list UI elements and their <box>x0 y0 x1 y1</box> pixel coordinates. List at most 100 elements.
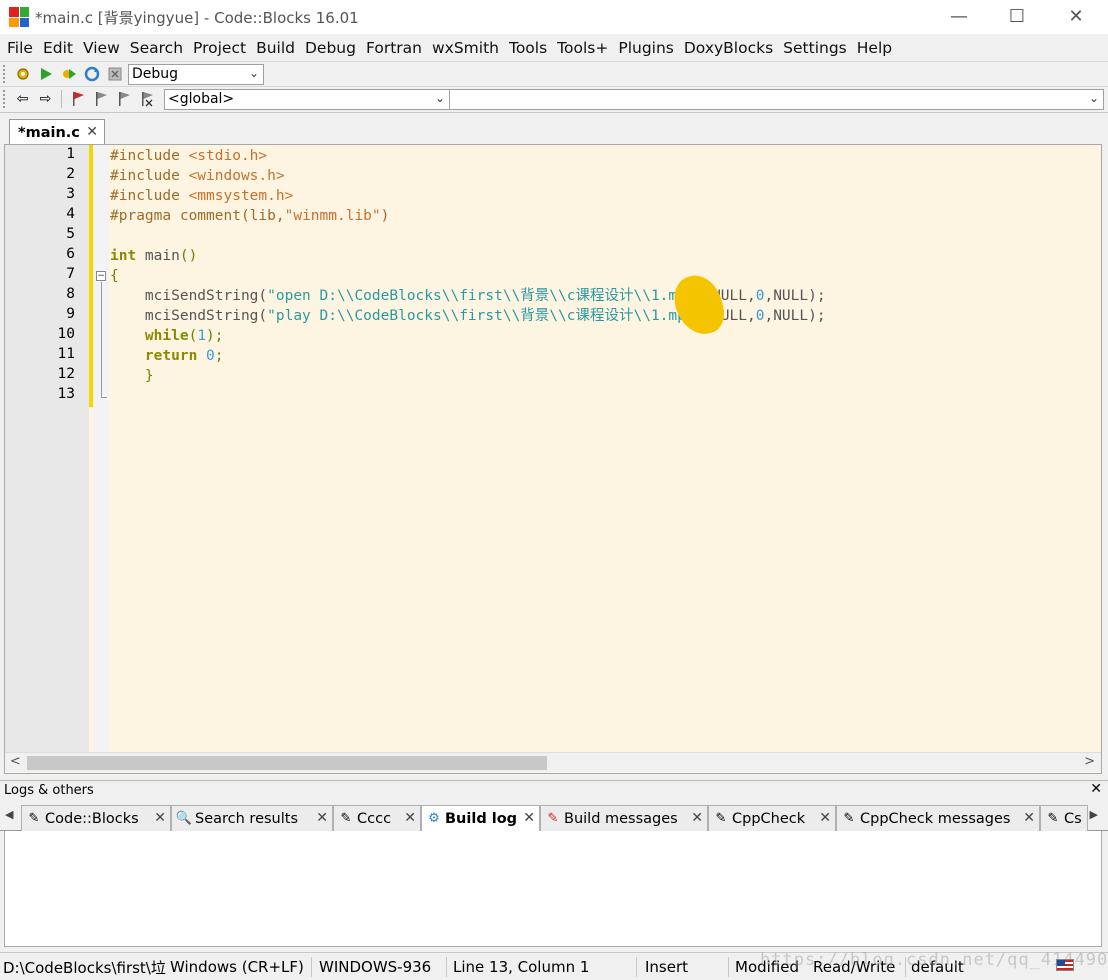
status-divider <box>636 957 637 977</box>
line-number: 2 <box>66 166 75 182</box>
line-number: 7 <box>66 266 75 282</box>
minimize-button[interactable]: — <box>930 0 988 32</box>
tab-build-log[interactable]: ⚙ Build log ✕ <box>421 805 540 831</box>
tab-label: Code::Blocks <box>45 810 139 827</box>
close-tab-icon[interactable]: ✕ <box>819 810 831 826</box>
fold-toggle-icon[interactable]: − <box>96 271 106 281</box>
status-modified: Modified <box>735 958 800 976</box>
code-line: int main() <box>110 246 197 266</box>
close-panel-icon[interactable]: ✕ <box>1090 781 1102 797</box>
log-note-icon: ✎ <box>340 811 352 826</box>
status-access: Read/Write <box>813 958 896 976</box>
close-tab-icon[interactable]: ✕ <box>1023 810 1035 826</box>
tabs-scroll-left-icon[interactable]: ◀ <box>5 808 13 821</box>
forward-arrow-icon[interactable]: ⇨ <box>34 89 57 109</box>
scope-value: <global> <box>168 91 235 107</box>
log-note-icon: ✎ <box>1047 811 1059 826</box>
menu-edit[interactable]: Edit <box>38 39 78 57</box>
menu-file[interactable]: File <box>2 39 38 57</box>
tab-codeblocks-log[interactable]: ✎ Code::Blocks ✕ <box>21 805 171 831</box>
keyword-token: while <box>144 328 189 344</box>
operator-token: { <box>110 268 119 284</box>
tab-main-c[interactable]: *main.c ✕ <box>9 119 105 145</box>
menu-debug[interactable]: Debug <box>300 39 361 57</box>
build-target-select[interactable]: Debug ⌄ <box>128 63 264 85</box>
tab-cccc[interactable]: ✎ Cccc ✕ <box>333 805 421 831</box>
line-number: 13 <box>57 386 75 402</box>
tab-cppcheck[interactable]: ✎ CppCheck ✕ <box>708 805 836 831</box>
scroll-left-icon[interactable]: < <box>10 754 21 769</box>
tab-build-messages[interactable]: ✎ Build messages ✕ <box>540 805 708 831</box>
close-button[interactable]: ✕ <box>1047 0 1105 32</box>
previous-bookmark-icon[interactable] <box>89 89 112 109</box>
magnifier-icon: 🔍 <box>175 811 193 826</box>
navigation-toolbar: ⇦ ⇨ <global> ⌄ ⌄ <box>0 86 1108 111</box>
menu-project[interactable]: Project <box>188 39 251 57</box>
menu-tools[interactable]: Tools <box>504 39 552 57</box>
line-number: 9 <box>66 306 75 322</box>
menu-settings[interactable]: Settings <box>778 39 852 57</box>
menu-build[interactable]: Build <box>251 39 300 57</box>
close-tab-icon[interactable]: ✕ <box>154 810 166 826</box>
build-and-run-icon[interactable] <box>57 64 80 84</box>
code-text[interactable]: #include <stdio.h> #include <windows.h> … <box>110 145 1101 753</box>
menu-wxsmith[interactable]: wxSmith <box>427 39 504 57</box>
preprocessor-token: (lib, <box>240 208 285 224</box>
line-number: 1 <box>66 146 75 162</box>
close-tab-icon[interactable]: ✕ <box>691 810 703 826</box>
header-token: <stdio.h> <box>188 148 268 164</box>
operator-token: ( <box>188 328 198 344</box>
menu-help[interactable]: Help <box>852 39 897 57</box>
horizontal-scrollbar[interactable]: < > <box>5 752 1101 772</box>
close-tab-icon[interactable]: ✕ <box>86 124 98 140</box>
build-toolbar: Debug ⌄ <box>0 61 1108 86</box>
toolbar-grip[interactable] <box>3 65 7 83</box>
scroll-right-icon[interactable]: > <box>1084 754 1095 769</box>
scrollbar-thumb[interactable] <box>27 756 547 770</box>
menu-search[interactable]: Search <box>125 39 188 57</box>
tab-cscope[interactable]: ✎ Cs <box>1040 805 1088 831</box>
tabs-scroll-right-icon[interactable]: ▶ <box>1090 808 1098 821</box>
tab-label: Cccc <box>357 810 392 827</box>
next-bookmark-icon[interactable] <box>112 89 135 109</box>
menu-plugins[interactable]: Plugins <box>613 39 679 57</box>
back-arrow-icon[interactable]: ⇦ <box>11 89 34 109</box>
log-note-icon: ✎ <box>843 811 855 826</box>
rebuild-icon[interactable] <box>80 64 103 84</box>
line-number: 8 <box>66 286 75 302</box>
code-line: while(1); <box>110 326 224 346</box>
menu-view[interactable]: View <box>78 39 125 57</box>
line-number: 5 <box>66 226 75 242</box>
string-token: "open D:\\CodeBlocks\\first\\背景\\c课程设计\\… <box>267 288 704 304</box>
menu-doxyblocks[interactable]: DoxyBlocks <box>679 39 778 57</box>
close-tab-icon[interactable]: ✕ <box>316 810 328 826</box>
line-number: 6 <box>66 246 75 262</box>
scope-select[interactable]: <global> ⌄ <box>164 88 450 110</box>
function-select[interactable]: ⌄ <box>450 88 1104 110</box>
toolbar-grip[interactable] <box>3 90 7 108</box>
maximize-button[interactable]: ☐ <box>988 0 1046 32</box>
us-flag-icon <box>1056 959 1074 971</box>
logs-tab-bar: ✎ Code::Blocks ✕ 🔍 Search results ✕ ✎ Cccc ✕ ⚙… <box>0 801 1108 831</box>
code-editor[interactable]: 1 2 3 4 5 6 7 8 9 10 11 12 13 − #include… <box>4 144 1102 774</box>
run-icon[interactable] <box>34 64 57 84</box>
preprocessor-token: #pragma comment <box>110 208 241 224</box>
clear-bookmarks-icon[interactable] <box>135 89 158 109</box>
tab-cppcheck-messages[interactable]: ✎ CppCheck messages ✕ <box>836 805 1040 831</box>
tab-search-results[interactable]: 🔍 Search results ✕ <box>171 805 333 831</box>
build-gear-icon[interactable] <box>11 64 34 84</box>
build-log-output[interactable] <box>4 831 1102 947</box>
preprocessor-token: ) <box>380 208 390 224</box>
abort-icon[interactable] <box>103 64 126 84</box>
close-tab-icon[interactable]: ✕ <box>523 810 535 826</box>
line-number: 3 <box>66 186 75 202</box>
string-token: "winmm.lib" <box>284 208 381 224</box>
menu-fortran[interactable]: Fortran <box>361 39 427 57</box>
status-file-path: D:\CodeBlocks\first\垃 <box>3 958 166 977</box>
menu-tools-plus[interactable]: Tools+ <box>552 39 613 57</box>
identifier-token: ,NULL); <box>764 308 826 324</box>
close-tab-icon[interactable]: ✕ <box>404 810 416 826</box>
toggle-bookmark-icon[interactable] <box>66 89 89 109</box>
status-encoding: WINDOWS-936 <box>319 958 432 976</box>
